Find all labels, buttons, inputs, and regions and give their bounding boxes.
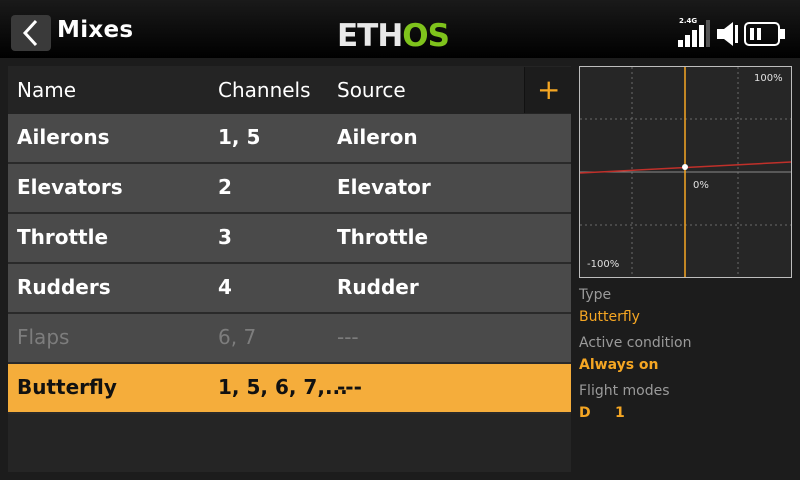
mix-channels: 1, 5, 6, 7,... [218, 375, 348, 399]
type-value: Butterfly [579, 309, 640, 325]
plus-icon: + [537, 73, 561, 106]
chevron-left-icon [22, 19, 38, 47]
graph-top-label: 100% [754, 73, 783, 84]
column-header-source: Source [337, 78, 406, 102]
mix-source: Aileron [337, 125, 418, 149]
back-button[interactable] [11, 15, 51, 51]
table-header: Name Channels Source + [8, 66, 571, 114]
table-row[interactable]: Flaps 6, 7 --- [8, 314, 571, 364]
table-row[interactable]: Elevators 2 Elevator [8, 164, 571, 214]
mix-name: Rudders [17, 275, 111, 299]
flight-modes-value: D 1 [579, 405, 625, 421]
mix-name: Elevators [17, 175, 123, 199]
type-label: Type [579, 287, 612, 303]
speaker-icon [717, 22, 738, 46]
mix-curve-graph: 100% 0% -100% [579, 66, 792, 278]
mix-name: Ailerons [17, 125, 110, 149]
active-condition-label: Active condition [579, 335, 692, 351]
table-row[interactable]: Ailerons 1, 5 Aileron [8, 114, 571, 164]
mix-channels: 2 [218, 175, 232, 199]
table-row[interactable]: Rudders 4 Rudder [8, 264, 571, 314]
graph-mid-label: 0% [693, 180, 709, 191]
status-area: 2.4G [676, 17, 791, 47]
graph-bottom-label: -100% [587, 259, 620, 270]
table-row[interactable]: Throttle 3 Throttle [8, 214, 571, 264]
mixes-table: Name Channels Source + Ailerons 1, 5 Ail… [8, 66, 571, 472]
mix-name: Throttle [17, 225, 109, 249]
mix-name: Flaps [17, 325, 70, 349]
mix-source: Elevator [337, 175, 431, 199]
column-header-name: Name [17, 78, 77, 102]
mix-channels: 1, 5 [218, 125, 261, 149]
table-row-selected[interactable]: Butterfly 1, 5, 6, 7,... --- [8, 364, 571, 414]
curve-cursor-point [682, 164, 688, 170]
mix-source: Throttle [337, 225, 429, 249]
mix-source: Rudder [337, 275, 419, 299]
mix-channels: 3 [218, 225, 232, 249]
mix-channels: 4 [218, 275, 232, 299]
mix-source: --- [337, 325, 359, 349]
signal-strength-icon [678, 20, 710, 47]
column-header-channels: Channels [218, 78, 311, 102]
flight-modes-label: Flight modes [579, 383, 670, 399]
add-mix-button[interactable]: + [524, 67, 571, 113]
curve-plot [580, 67, 791, 277]
active-condition-value: Always on [579, 357, 659, 373]
logo-text-eth: ETH [337, 18, 403, 54]
mix-name: Butterfly [17, 375, 117, 399]
mix-source: --- [337, 375, 362, 399]
mix-channels: 6, 7 [218, 325, 257, 349]
battery-icon [744, 22, 785, 46]
page-title: Mixes [57, 17, 134, 43]
logo-text-os: OS [402, 18, 450, 54]
ethos-logo: ETHOS [337, 18, 450, 54]
header-bar: Mixes ETHOS 2.4G [0, 0, 800, 58]
